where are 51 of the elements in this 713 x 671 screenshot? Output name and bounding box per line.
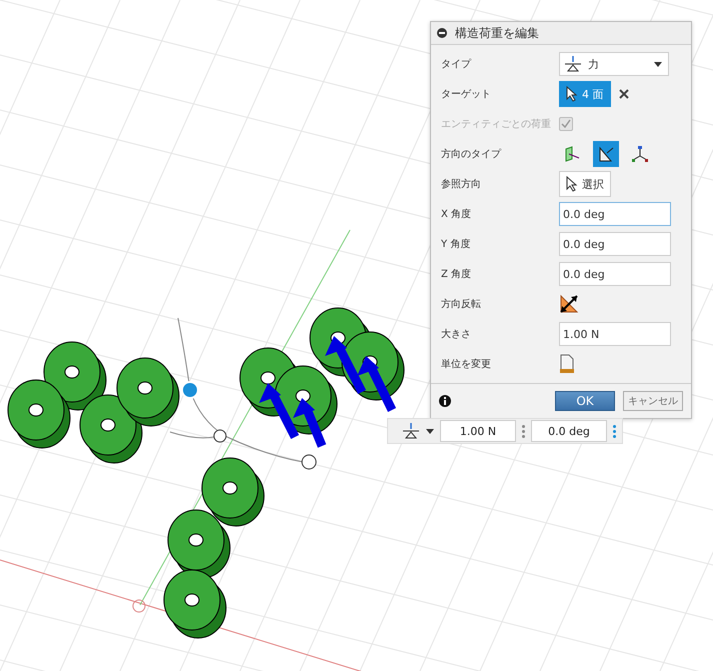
more-icon[interactable]: [522, 424, 525, 438]
field-label: X 角度: [441, 208, 472, 221]
value-input-field[interactable]: 0.0 deg: [559, 202, 671, 226]
value-input-field[interactable]: 0.0 deg: [559, 262, 671, 286]
dialog-title: 構造荷重を編集: [455, 24, 539, 42]
more-icon[interactable]: [613, 424, 616, 438]
field-label: エンティティごとの荷重: [441, 118, 552, 131]
field-label: 参照方向: [441, 178, 482, 191]
type-dropdown[interactable]: 力: [559, 52, 669, 76]
cursor-icon: [566, 176, 578, 192]
clear-icon[interactable]: [618, 89, 628, 99]
washer-drawing: [164, 570, 226, 638]
washer-drawing: [168, 510, 230, 578]
force-arrow: [293, 398, 326, 448]
value-input-field[interactable]: 0.0 deg: [559, 232, 671, 256]
field-label: ターゲット: [441, 88, 492, 101]
force-arrow: [259, 383, 299, 440]
field-label: タイプ: [441, 58, 472, 71]
caret-icon: [654, 62, 662, 67]
info-icon[interactable]: [439, 395, 451, 407]
washer-drawing: [8, 380, 70, 448]
force-arrow: [325, 336, 366, 394]
rotation-handle[interactable]: [302, 454, 316, 470]
rotation-arc[interactable]: [178, 318, 304, 462]
target-select-button[interactable]: 4 面: [559, 81, 610, 107]
collapse-icon[interactable]: [437, 28, 447, 38]
force-arrow: [357, 356, 396, 412]
cancel-button[interactable]: キャンセル: [623, 391, 683, 411]
value-input-field[interactable]: 1.00 N: [559, 322, 671, 346]
origin-marker: [132, 600, 146, 612]
caret-icon[interactable]: [426, 428, 434, 434]
document-icon[interactable]: [559, 354, 575, 374]
angle-input-field[interactable]: 0.0 deg: [531, 420, 607, 442]
select-reference-button[interactable]: 選択: [559, 171, 611, 197]
force-icon[interactable]: [402, 423, 420, 439]
field-label: Y 角度: [441, 238, 472, 251]
washer-drawing: [116, 358, 180, 426]
rotation-handle[interactable]: [214, 430, 226, 442]
flip-direction-icon[interactable]: [559, 294, 579, 314]
field-label: 大きさ: [441, 328, 472, 341]
washer-drawing: [342, 332, 404, 400]
magnitude-input-field[interactable]: 1.00 N: [440, 420, 516, 442]
field-label: 方向のタイプ: [441, 148, 502, 161]
field-label: Z 角度: [441, 268, 472, 281]
cursor-icon: [566, 86, 578, 102]
force-icon: [564, 56, 582, 72]
field-label: 単位を変更: [441, 358, 492, 371]
field-label: 方向反転: [441, 298, 482, 311]
ok-button[interactable]: OK: [555, 391, 615, 411]
washer-drawing: [202, 458, 264, 526]
angle-direction-icon[interactable]: [593, 141, 619, 167]
